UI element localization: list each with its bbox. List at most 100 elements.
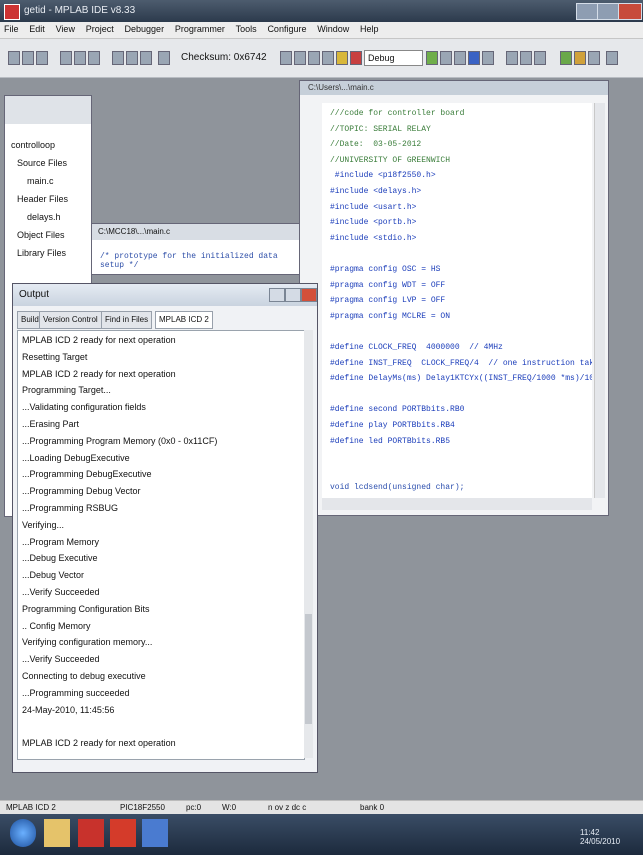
paste-icon[interactable] (88, 51, 100, 65)
editor-title-bar: C:\Users\...\main.c (300, 81, 608, 95)
title-bar: getid - MPLAB IDE v8.33 (0, 0, 643, 22)
system-tray[interactable]: 11:42 24/05/2010 (580, 828, 620, 846)
bookmark-icon[interactable] (140, 51, 152, 65)
code-line: #include <stdio.h> (330, 233, 417, 243)
menu-project[interactable]: Project (82, 22, 118, 36)
build-config-select[interactable]: Debug (364, 50, 423, 66)
minimize-button[interactable] (576, 3, 598, 20)
code-line: #include <portb.h> (330, 218, 417, 228)
output-log-line: ...Loading DebugExecutive (22, 452, 130, 463)
output-log-line: ...Programming Debug Vector (22, 486, 141, 497)
clock-date: 24/05/2010 (580, 837, 621, 846)
menu-programmer[interactable]: Programmer (171, 22, 229, 36)
tree-item-header-files[interactable]: Header Files (17, 194, 68, 204)
output-log-line: Programming Configuration Bits (22, 603, 150, 614)
code-line: #define second PORTBbits.RB0 (330, 405, 465, 415)
code-line: #define play PORTBbits.RB4 (330, 421, 455, 430)
tab-mplab-icd2[interactable]: MPLAB ICD 2 (155, 311, 213, 329)
output-log-line: ...Programming Program Memory (0x0 - 0x1… (22, 435, 218, 446)
build-all-icon[interactable] (454, 51, 466, 65)
output-log-line: Resetting Target (22, 351, 88, 362)
save-icon[interactable] (36, 51, 48, 65)
output-log-line: ...Program Memory (22, 536, 100, 547)
status-device: PIC18F2550 (120, 803, 165, 812)
menu-edit[interactable]: Edit (25, 22, 49, 36)
output-log-line: ...Programming RSBUG (22, 503, 119, 513)
source-window-2[interactable]: C:\MCC18\...\main.c /* prototype for the… (91, 223, 305, 275)
output-log-line: Programming Target... (22, 385, 111, 396)
tree-item-main-c[interactable]: main.c (27, 176, 54, 186)
output-log-line: MPLAB ICD 2 ready for next operation (22, 738, 176, 749)
find-icon[interactable] (126, 51, 138, 65)
maximize-button[interactable] (597, 3, 619, 20)
output-log-line: ...Programming DebugExecutive (22, 469, 152, 480)
reset-icon[interactable] (350, 51, 362, 65)
output-log-line: ...Debug Vector (22, 570, 85, 581)
cut-icon[interactable] (60, 51, 72, 65)
status-bank: bank 0 (360, 803, 385, 812)
menu-help[interactable]: Help (356, 22, 383, 36)
code-line: #include <usart.h> (330, 202, 417, 212)
halt-icon[interactable] (294, 51, 306, 65)
tree-item-header[interactable]: delays.h (27, 212, 61, 222)
connect-icon[interactable] (560, 51, 572, 65)
read-icon[interactable] (482, 51, 494, 65)
code-line: void lcdsend(unsigned char); (330, 483, 465, 493)
code-line: #define led PORTBbits.RB5 (330, 436, 451, 446)
menu-view[interactable]: View (52, 22, 79, 36)
close-button[interactable] (618, 3, 642, 20)
menu-debugger[interactable]: Debugger (121, 22, 169, 36)
clock-time: 11:42 (580, 828, 600, 837)
run-icon[interactable] (280, 51, 292, 65)
editor-vertical-scrollbar[interactable] (594, 103, 605, 498)
help-icon[interactable] (158, 51, 170, 65)
make-icon[interactable] (440, 51, 452, 65)
output-maximize-button[interactable] (285, 288, 301, 302)
menu-configure[interactable]: Configure (263, 22, 310, 36)
explorer-icon[interactable] (44, 819, 70, 847)
output-close-button[interactable] (301, 288, 317, 302)
code-line: #define INST_FREQ CLOCK_FREQ/4 // one in… (330, 358, 592, 368)
tab-version-control[interactable]: Version Control (39, 311, 102, 329)
tab-find-in-files[interactable]: Find in Files (101, 311, 153, 329)
output-log-line: ...Verify Succeeded (22, 654, 100, 665)
code-line: //TOPIC: SERIAL RELAY (330, 124, 431, 134)
tree-item-source-files[interactable]: Source Files (17, 158, 67, 168)
build-icon[interactable] (426, 51, 438, 65)
mplab-icon[interactable] (78, 819, 104, 847)
print-icon[interactable] (112, 51, 124, 65)
copy-icon[interactable] (74, 51, 86, 65)
blank-check-icon[interactable] (534, 51, 546, 65)
tree-item-library-files[interactable]: Library Files (17, 248, 66, 258)
menu-tools[interactable]: Tools (232, 22, 261, 36)
source-window-2-comment: /* prototype for the initialized data se… (100, 252, 278, 270)
acrobat-icon[interactable] (110, 819, 136, 847)
taskbar: 11:42 24/05/2010 (0, 814, 643, 855)
settings-icon[interactable] (606, 51, 618, 65)
project-tabs[interactable] (5, 96, 91, 124)
tree-item-object-files[interactable]: Object Files (17, 230, 65, 240)
output-log[interactable]: MPLAB ICD 2 ready for next operation Rese… (17, 330, 305, 760)
tree-item-project[interactable]: controlloop (11, 140, 55, 150)
window-title: getid - MPLAB IDE v8.33 (24, 5, 136, 16)
program-icon[interactable] (468, 51, 480, 65)
output-minimize-button[interactable] (269, 288, 285, 302)
menu-window[interactable]: Window (313, 22, 353, 36)
animate-icon[interactable] (308, 51, 320, 65)
editor-horizontal-scrollbar[interactable] (322, 498, 592, 510)
step-into-icon[interactable] (322, 51, 334, 65)
word-icon[interactable] (142, 819, 168, 847)
start-button-icon[interactable] (10, 819, 36, 847)
step-over-icon[interactable] (336, 51, 348, 65)
output-log-line: ...Validating configuration fields (22, 402, 146, 413)
output-scrollbar-thumb[interactable] (305, 614, 312, 724)
code-editor[interactable]: ///code for controller board //TOPIC: SER… (322, 103, 592, 498)
output-log-line: ...Erasing Part (22, 419, 80, 429)
erase-icon[interactable] (520, 51, 532, 65)
verify-icon[interactable] (506, 51, 518, 65)
open-file-icon[interactable] (22, 51, 34, 65)
menu-file[interactable]: File (0, 22, 23, 36)
target-icon[interactable] (588, 51, 600, 65)
release-icon[interactable] (574, 51, 586, 65)
new-file-icon[interactable] (8, 51, 20, 65)
